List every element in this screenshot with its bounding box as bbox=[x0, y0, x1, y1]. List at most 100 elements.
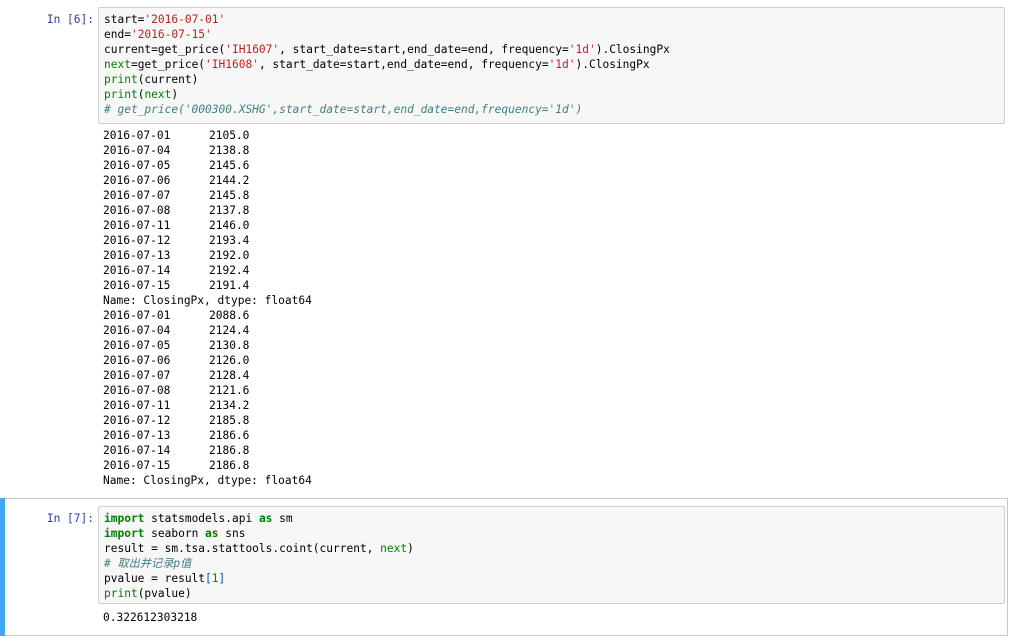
code-line[interactable]: end='2016-07-15' bbox=[104, 27, 1004, 42]
series-row: 2016-07-04 2124.4 bbox=[103, 323, 312, 338]
row-value: 2145.8 bbox=[209, 189, 250, 202]
code-token: as bbox=[205, 527, 219, 540]
code-token: # 取出并记录p值 bbox=[104, 557, 192, 570]
code-line[interactable]: # 取出并记录p值 bbox=[104, 556, 1004, 571]
row-date: 2016-07-13 bbox=[103, 249, 171, 262]
code-line[interactable]: print(next) bbox=[104, 87, 1004, 102]
series-row: 2016-07-05 2145.6 bbox=[103, 158, 312, 173]
code-token: import bbox=[104, 527, 145, 540]
cell-prompt: In [7]: bbox=[46, 512, 94, 525]
row-value: 2105.0 bbox=[209, 129, 250, 142]
row-value: 2146.0 bbox=[209, 219, 250, 232]
series-row: 2016-07-06 2144.2 bbox=[103, 173, 312, 188]
row-date: 2016-07-05 bbox=[103, 159, 171, 172]
row-value: 2144.2 bbox=[209, 174, 250, 187]
code-token: =get_price( bbox=[130, 58, 206, 71]
code-token: result = sm.tsa.stattools.coint(current, bbox=[104, 542, 381, 555]
code-token: print bbox=[104, 587, 138, 600]
row-value: 2137.8 bbox=[209, 204, 250, 217]
row-value: 2088.6 bbox=[209, 309, 250, 322]
row-date: 2016-07-15 bbox=[103, 279, 171, 292]
series-row: 2016-07-12 2193.4 bbox=[103, 233, 312, 248]
row-value: 2128.4 bbox=[209, 369, 250, 382]
series-row: 2016-07-14 2186.8 bbox=[103, 443, 312, 458]
code-token: start= bbox=[104, 13, 145, 26]
code-token: 'IH1608' bbox=[205, 58, 259, 71]
code-token: next bbox=[144, 88, 172, 101]
row-value: 2192.4 bbox=[209, 264, 250, 277]
series-row: 2016-07-08 2137.8 bbox=[103, 203, 312, 218]
code-token: '2016-07-01' bbox=[144, 13, 226, 26]
row-date: 2016-07-06 bbox=[103, 354, 171, 367]
code-token: 'IH1607' bbox=[225, 43, 280, 56]
row-value: 2192.0 bbox=[209, 249, 250, 262]
row-value: 2186.6 bbox=[209, 429, 250, 442]
code-line[interactable]: current=get_price('IH1607', start_date=s… bbox=[104, 42, 1004, 57]
code-token: (current) bbox=[137, 73, 199, 86]
series-row: 2016-07-11 2146.0 bbox=[103, 218, 312, 233]
code-token: ) bbox=[407, 542, 414, 555]
code-token: (pvalue) bbox=[137, 587, 192, 600]
code-line[interactable]: print(current) bbox=[104, 72, 1004, 87]
row-date: 2016-07-08 bbox=[103, 384, 171, 397]
code-token: sm bbox=[272, 512, 293, 525]
code-editor[interactable]: import statsmodels.api as sm import seabo… bbox=[98, 506, 1005, 604]
series-row: 2016-07-07 2145.8 bbox=[103, 188, 312, 203]
row-value: 2126.0 bbox=[209, 354, 250, 367]
cell-prompt: In [6]: bbox=[46, 13, 94, 26]
code-token: next bbox=[104, 58, 131, 71]
code-token: # get_price('000300.XSHG',start_date=sta… bbox=[104, 103, 583, 116]
series-row: 2016-07-05 2130.8 bbox=[103, 338, 312, 353]
cell-output: 0.322612303218 bbox=[103, 610, 197, 625]
row-date: 2016-07-11 bbox=[103, 399, 171, 412]
row-date: 2016-07-13 bbox=[103, 429, 171, 442]
code-token: current=get_price( bbox=[104, 43, 226, 56]
row-date: 2016-07-15 bbox=[103, 459, 171, 472]
code-line[interactable]: import statsmodels.api as sm bbox=[104, 511, 1004, 526]
code-token: ).ClosingPx bbox=[595, 43, 670, 56]
code-token: ).ClosingPx bbox=[575, 58, 650, 71]
row-date: 2016-07-01 bbox=[103, 309, 171, 322]
code-token: '2016-07-15' bbox=[130, 28, 212, 41]
row-value: 2124.4 bbox=[209, 324, 250, 337]
series-row: 2016-07-01 2105.0 bbox=[103, 128, 312, 143]
row-date: 2016-07-08 bbox=[103, 204, 171, 217]
row-value: 2193.4 bbox=[209, 234, 250, 247]
series-row: 2016-07-13 2192.0 bbox=[103, 248, 312, 263]
row-value: 2121.6 bbox=[209, 384, 250, 397]
row-value: 2134.2 bbox=[209, 399, 250, 412]
series-row: 2016-07-06 2126.0 bbox=[103, 353, 312, 368]
row-value: 2191.4 bbox=[209, 279, 250, 292]
code-cell-6[interactable]: In [6]: start='2016-07-01' end='2016-07-1… bbox=[0, 6, 1018, 490]
series-row: 2016-07-08 2121.6 bbox=[103, 383, 312, 398]
code-token: print bbox=[104, 73, 138, 86]
row-date: 2016-07-05 bbox=[103, 339, 171, 352]
row-value: 2185.8 bbox=[209, 414, 250, 427]
code-cell-7[interactable]: In [7]: import statsmodels.api as sm impo… bbox=[0, 498, 1018, 636]
code-line[interactable]: result = sm.tsa.stattools.coint(current,… bbox=[104, 541, 1004, 556]
series-row: 2016-07-01 2088.6 bbox=[103, 308, 312, 323]
series-row: 2016-07-07 2128.4 bbox=[103, 368, 312, 383]
code-token: , start_date=start,end_date=end, frequen… bbox=[279, 43, 569, 56]
series-row: 2016-07-14 2192.4 bbox=[103, 263, 312, 278]
code-line[interactable]: import seaborn as sns bbox=[104, 526, 1004, 541]
code-line[interactable]: print(pvalue) bbox=[104, 586, 1004, 601]
row-value: 2138.8 bbox=[209, 144, 250, 157]
code-token: ) bbox=[171, 88, 179, 101]
row-value: 2145.6 bbox=[209, 159, 250, 172]
series-footer: Name: ClosingPx, dtype: float64 bbox=[103, 294, 312, 307]
code-token: print bbox=[104, 88, 138, 101]
code-line[interactable]: next=get_price('IH1608', start_date=star… bbox=[104, 57, 1004, 72]
code-line[interactable]: # get_price('000300.XSHG',start_date=sta… bbox=[104, 102, 1004, 117]
cell-output: 2016-07-01 2105.0 2016-07-04 2138.8 2016-07-… bbox=[103, 128, 312, 488]
code-token: end= bbox=[104, 28, 131, 41]
code-line[interactable]: start='2016-07-01' bbox=[104, 12, 1004, 27]
code-token: pvalue = result bbox=[104, 572, 206, 585]
code-line[interactable]: pvalue = result[1] bbox=[104, 571, 1004, 586]
series-footer: Name: ClosingPx, dtype: float64 bbox=[103, 474, 312, 487]
row-value: 2186.8 bbox=[209, 444, 250, 457]
code-token: statsmodels.api bbox=[144, 512, 259, 525]
code-editor[interactable]: start='2016-07-01' end='2016-07-15' curren… bbox=[98, 7, 1005, 124]
output-text: 0.322612303218 bbox=[103, 611, 198, 624]
series-row: 2016-07-15 2191.4 bbox=[103, 278, 312, 293]
